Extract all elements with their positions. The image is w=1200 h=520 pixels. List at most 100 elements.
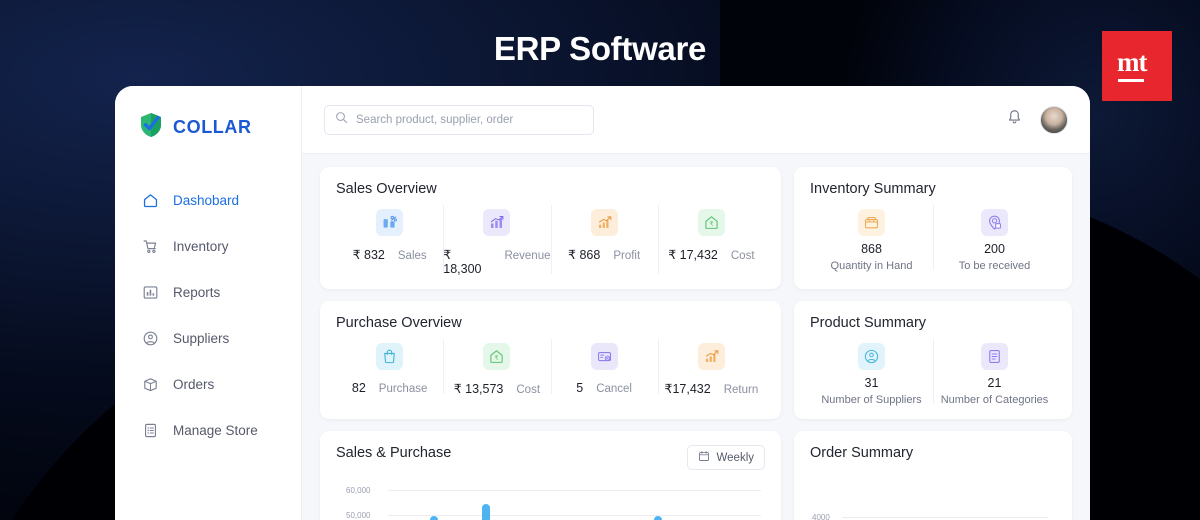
sidebar-item-label: Reports: [173, 284, 221, 300]
stat-sales: ₹ 832 Sales: [336, 201, 443, 276]
avatar[interactable]: [1040, 105, 1068, 134]
shopping-bag-icon: [376, 343, 404, 370]
stat-label: Return: [723, 384, 759, 396]
brand-logo[interactable]: COLLAR: [115, 112, 301, 143]
card-title: Order Summary: [810, 445, 914, 461]
cost-house-icon: ₹: [697, 209, 725, 236]
sidebar-item-label: Inventory: [173, 238, 229, 254]
order-summary-chart-card: Order Summary 4000: [794, 431, 1072, 520]
box-icon: [141, 375, 159, 393]
sidebar-item-label: Manage Store: [173, 422, 258, 438]
stat-to-be-received: 200 To be received: [933, 201, 1056, 272]
sales-purchase-plot: 60,000 50,000: [336, 482, 765, 520]
top-bar-actions: [1006, 105, 1068, 134]
main-area: Sales Overview ₹ 832 Sales: [302, 86, 1090, 520]
stat-label: Quantity in Hand: [830, 260, 913, 272]
purchase-overview-stats: 82 Purchase ₹ ₹ 13,573 Cost 5 Cancel ₹17…: [336, 335, 765, 396]
stat-number-of-suppliers: 31 Number of Suppliers: [810, 335, 933, 406]
dashboard-content: Sales Overview ₹ 832 Sales ₹ 18,300 Reve…: [302, 154, 1090, 520]
svg-text:₹: ₹: [709, 220, 713, 228]
y-tick-50000: 50,000: [346, 511, 371, 520]
y-tick-60000: 60,000: [346, 486, 371, 495]
stat-label: Cost: [730, 250, 755, 262]
sidebar-item-reports[interactable]: Reports: [115, 269, 301, 315]
page-title: ERP Software: [493, 30, 707, 67]
receive-pin-icon: [981, 209, 1008, 236]
user-circle-icon: [858, 343, 885, 370]
categories-list-icon: [981, 343, 1008, 370]
chart-header: Sales & Purchase Weekly: [336, 445, 765, 470]
card-title: Inventory Summary: [810, 181, 936, 197]
stat-label: Cost: [516, 384, 541, 396]
sidebar-item-dashobard[interactable]: Dashobard: [115, 177, 301, 223]
weekly-range-button[interactable]: Weekly: [686, 445, 765, 470]
weekly-range-label: Weekly: [716, 451, 755, 464]
search-icon: [335, 111, 348, 129]
stat-quantity-in-hand: 868 Quantity in Hand: [810, 201, 933, 272]
stat-value: ₹ 832: [352, 248, 385, 262]
brand-name: COLLAR: [173, 117, 252, 137]
stat-label: To be received: [958, 260, 1031, 272]
sidebar-item-label: Dashobard: [173, 192, 240, 208]
stat-revenue: ₹ 18,300 Revenue: [443, 201, 551, 276]
search-bar[interactable]: [324, 104, 594, 135]
sidebar-item-suppliers[interactable]: Suppliers: [115, 315, 301, 361]
stat-value: 5: [576, 381, 584, 395]
bar-sales-5: [654, 516, 662, 520]
stat-purchase: 82 Purchase: [336, 335, 443, 396]
stat-value: 868: [861, 242, 882, 256]
sidebar-item-manage-store[interactable]: Manage Store: [115, 407, 301, 453]
sidebar-item-label: Orders: [173, 376, 215, 392]
sales-overview-stats: ₹ 832 Sales ₹ 18,300 Revenue ₹ 868 Profi…: [336, 201, 765, 276]
stat-value: ₹ 18,300: [443, 248, 482, 276]
stat-value: 21: [987, 376, 1002, 390]
profit-bars-icon: [590, 209, 618, 236]
sidebar-item-inventory[interactable]: Inventory: [115, 223, 301, 269]
stat-value: ₹17,432: [664, 382, 711, 396]
clipboard-list-icon: [141, 421, 159, 439]
sidebar: COLLAR Dashobard Inventory Reports Suppl: [115, 86, 302, 520]
stat-label: Number of Categories: [940, 394, 1049, 406]
card-title: Product Summary: [810, 315, 927, 331]
sales-overview-card: Sales Overview ₹ 832 Sales ₹ 18,300 Reve…: [320, 167, 781, 289]
stat-cancel: 5 Cancel: [550, 335, 658, 396]
package-icon: [858, 209, 885, 236]
revenue-chart-icon: [483, 209, 511, 236]
top-bar: [302, 86, 1090, 154]
notification-bell-icon[interactable]: [1006, 108, 1023, 131]
stat-value: 200: [984, 242, 1005, 256]
stat-value: ₹ 868: [568, 248, 601, 262]
mt-logo-underline: [1118, 79, 1144, 82]
cancel-box-icon: [590, 343, 618, 370]
order-summary-plot: 4000: [810, 477, 1056, 520]
mt-logo-badge: mt: [1102, 31, 1172, 101]
stat-value: ₹ 13,573: [453, 382, 504, 396]
bar-sales-2: [482, 504, 490, 520]
shield-check-icon: [139, 112, 163, 143]
stat-cost: ₹ ₹ 13,573 Cost: [443, 335, 550, 396]
stat-label: Purchase: [378, 383, 428, 395]
mt-logo-text: mt: [1117, 47, 1147, 77]
home-icon: [141, 191, 159, 209]
search-input[interactable]: [356, 113, 583, 126]
stat-label: Number of Suppliers: [821, 394, 922, 406]
product-summary-card: Product Summary 31 Number of Suppliers 2: [794, 301, 1072, 419]
stat-label: Profit: [613, 250, 641, 262]
stat-label: Revenue: [504, 250, 551, 262]
app-window: COLLAR Dashobard Inventory Reports Suppl: [115, 86, 1090, 520]
sidebar-item-label: Suppliers: [173, 330, 230, 346]
sidebar-item-orders[interactable]: Orders: [115, 361, 301, 407]
stat-value: ₹ 17,432: [668, 248, 718, 262]
cost-house-icon: ₹: [483, 343, 511, 370]
bar-sales-1: [430, 516, 438, 520]
stat-label: Cancel: [596, 383, 632, 395]
product-summary-stats: 31 Number of Suppliers 21 Number of Cate…: [810, 335, 1056, 406]
stat-value: 31: [864, 376, 879, 390]
inventory-summary-card: Inventory Summary 868 Quantity in Hand 2: [794, 167, 1072, 289]
stat-profit: ₹ 868 Profit: [550, 201, 658, 276]
card-title: Sales & Purchase: [336, 445, 452, 461]
card-title: Purchase Overview: [336, 315, 462, 331]
stat-label: Sales: [397, 250, 427, 262]
purchase-overview-card: Purchase Overview 82 Purchase ₹ ₹ 13,573…: [320, 301, 781, 419]
stat-value: 82: [351, 381, 366, 395]
